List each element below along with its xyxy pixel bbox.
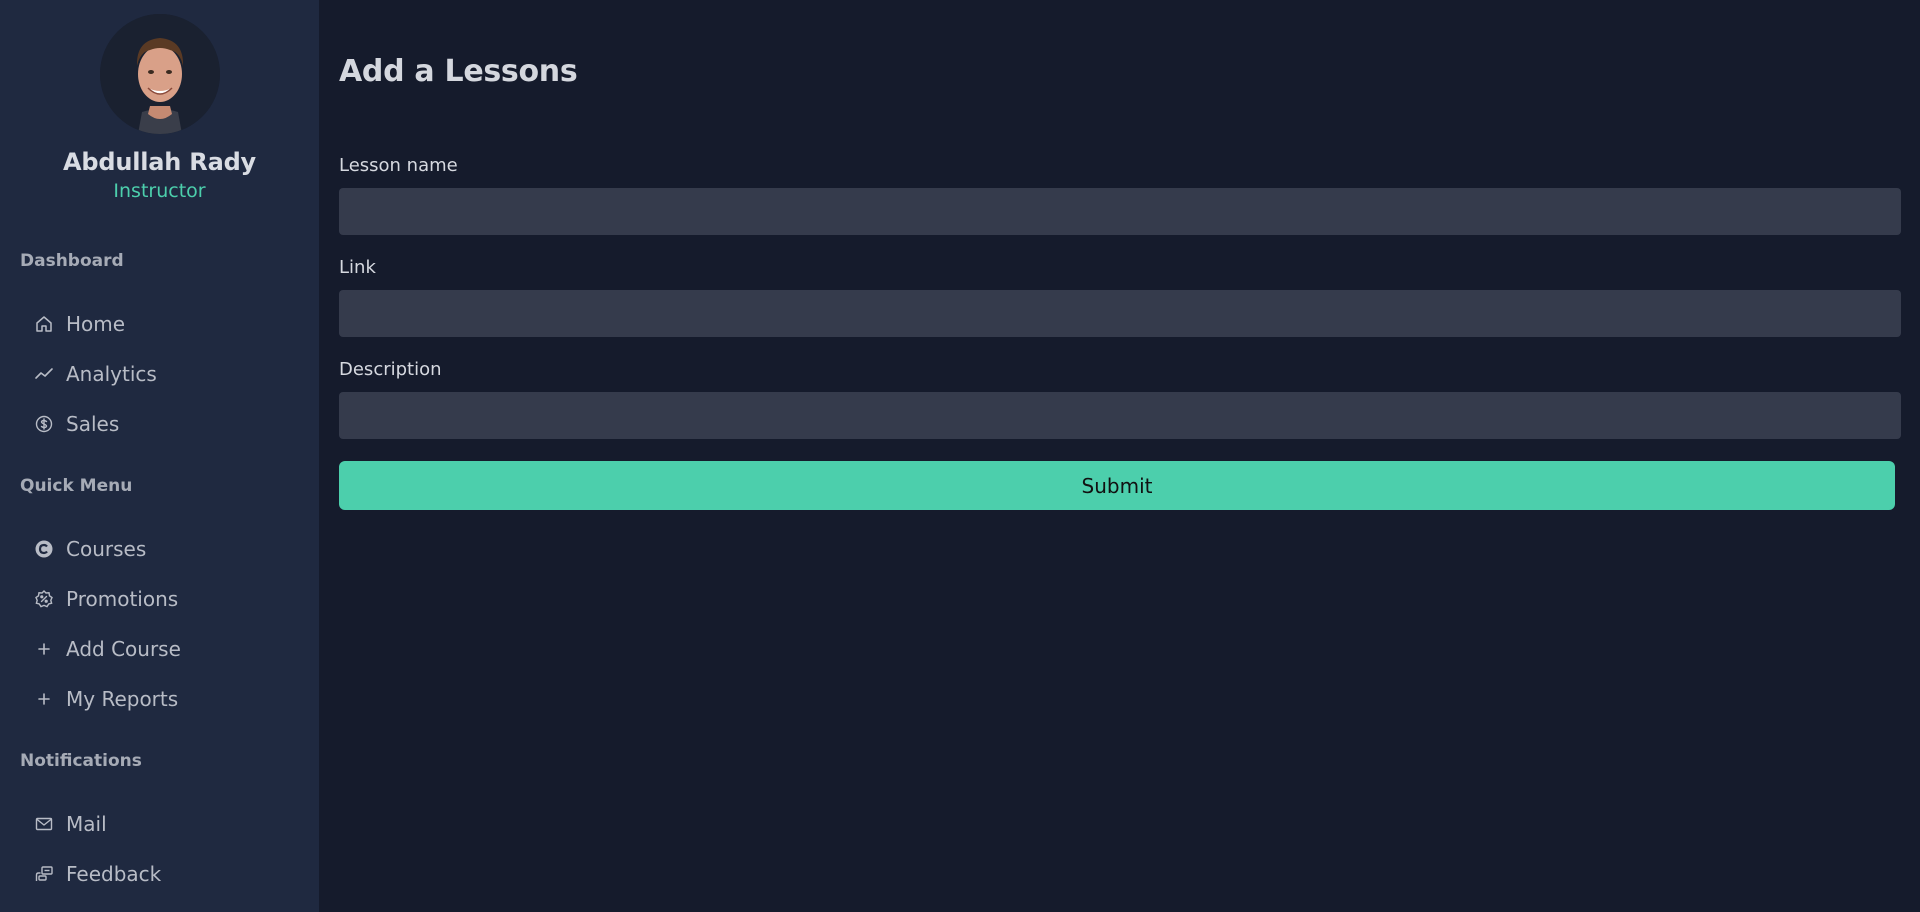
sidebar-item-home[interactable]: Home: [34, 307, 125, 341]
link-input[interactable]: [339, 290, 1901, 337]
mail-icon: [34, 814, 54, 834]
sidebar-item-feedback[interactable]: Feedback: [34, 857, 161, 891]
sidebar-item-sales[interactable]: Sales: [34, 407, 119, 441]
sidebar-item-label: My Reports: [66, 687, 179, 711]
copyright-icon: [34, 539, 54, 559]
section-title-quick-menu: Quick Menu: [20, 476, 133, 496]
section-title-notifications: Notifications: [20, 751, 142, 771]
profile-name: Abdullah Rady: [62, 148, 256, 176]
sidebar-item-label: Home: [66, 312, 126, 336]
sidebar-item-add-course[interactable]: Add Course: [34, 632, 181, 666]
feedback-icon: [34, 864, 54, 884]
sidebar-item-label: Sales: [66, 412, 120, 436]
link-label: Link: [339, 257, 376, 278]
lesson-name-label: Lesson name: [339, 155, 458, 176]
plus-icon: [34, 689, 54, 709]
sidebar: Abdullah Rady Instructor Dashboard Home …: [0, 0, 319, 912]
section-title-dashboard: Dashboard: [20, 251, 124, 271]
submit-button[interactable]: Submit: [339, 461, 1895, 510]
badge-percent-icon: [34, 589, 54, 609]
profile-card: Abdullah Rady Instructor: [0, 0, 319, 202]
sidebar-item-label: Analytics: [66, 362, 157, 386]
sidebar-item-label: Mail: [66, 812, 107, 836]
sidebar-item-promotions[interactable]: Promotions: [34, 582, 178, 616]
home-icon: [34, 314, 54, 334]
sidebar-item-label: Add Course: [66, 637, 181, 661]
lesson-name-input[interactable]: [339, 188, 1901, 235]
profile-role: Instructor: [113, 180, 206, 202]
description-label: Description: [339, 359, 442, 380]
trending-line-icon: [34, 364, 54, 384]
dollar-circle-icon: [34, 414, 54, 434]
sidebar-item-mail[interactable]: Mail: [34, 807, 107, 841]
avatar-photo: [99, 14, 220, 134]
avatar[interactable]: [99, 14, 220, 134]
plus-icon: [34, 639, 54, 659]
sidebar-item-my-reports[interactable]: My Reports: [34, 682, 178, 716]
sidebar-item-label: Promotions: [66, 587, 179, 611]
sidebar-item-label: Courses: [66, 537, 147, 561]
sidebar-item-label: Feedback: [66, 862, 162, 886]
main-content: Add a Lessons Lesson name Link Descripti…: [319, 0, 1920, 912]
description-input[interactable]: [339, 392, 1901, 439]
sidebar-item-courses[interactable]: Courses: [34, 532, 146, 566]
sidebar-item-analytics[interactable]: Analytics: [34, 357, 157, 391]
page-title: Add a Lessons: [339, 54, 578, 89]
app-root: Abdullah Rady Instructor Dashboard Home …: [0, 0, 1920, 912]
